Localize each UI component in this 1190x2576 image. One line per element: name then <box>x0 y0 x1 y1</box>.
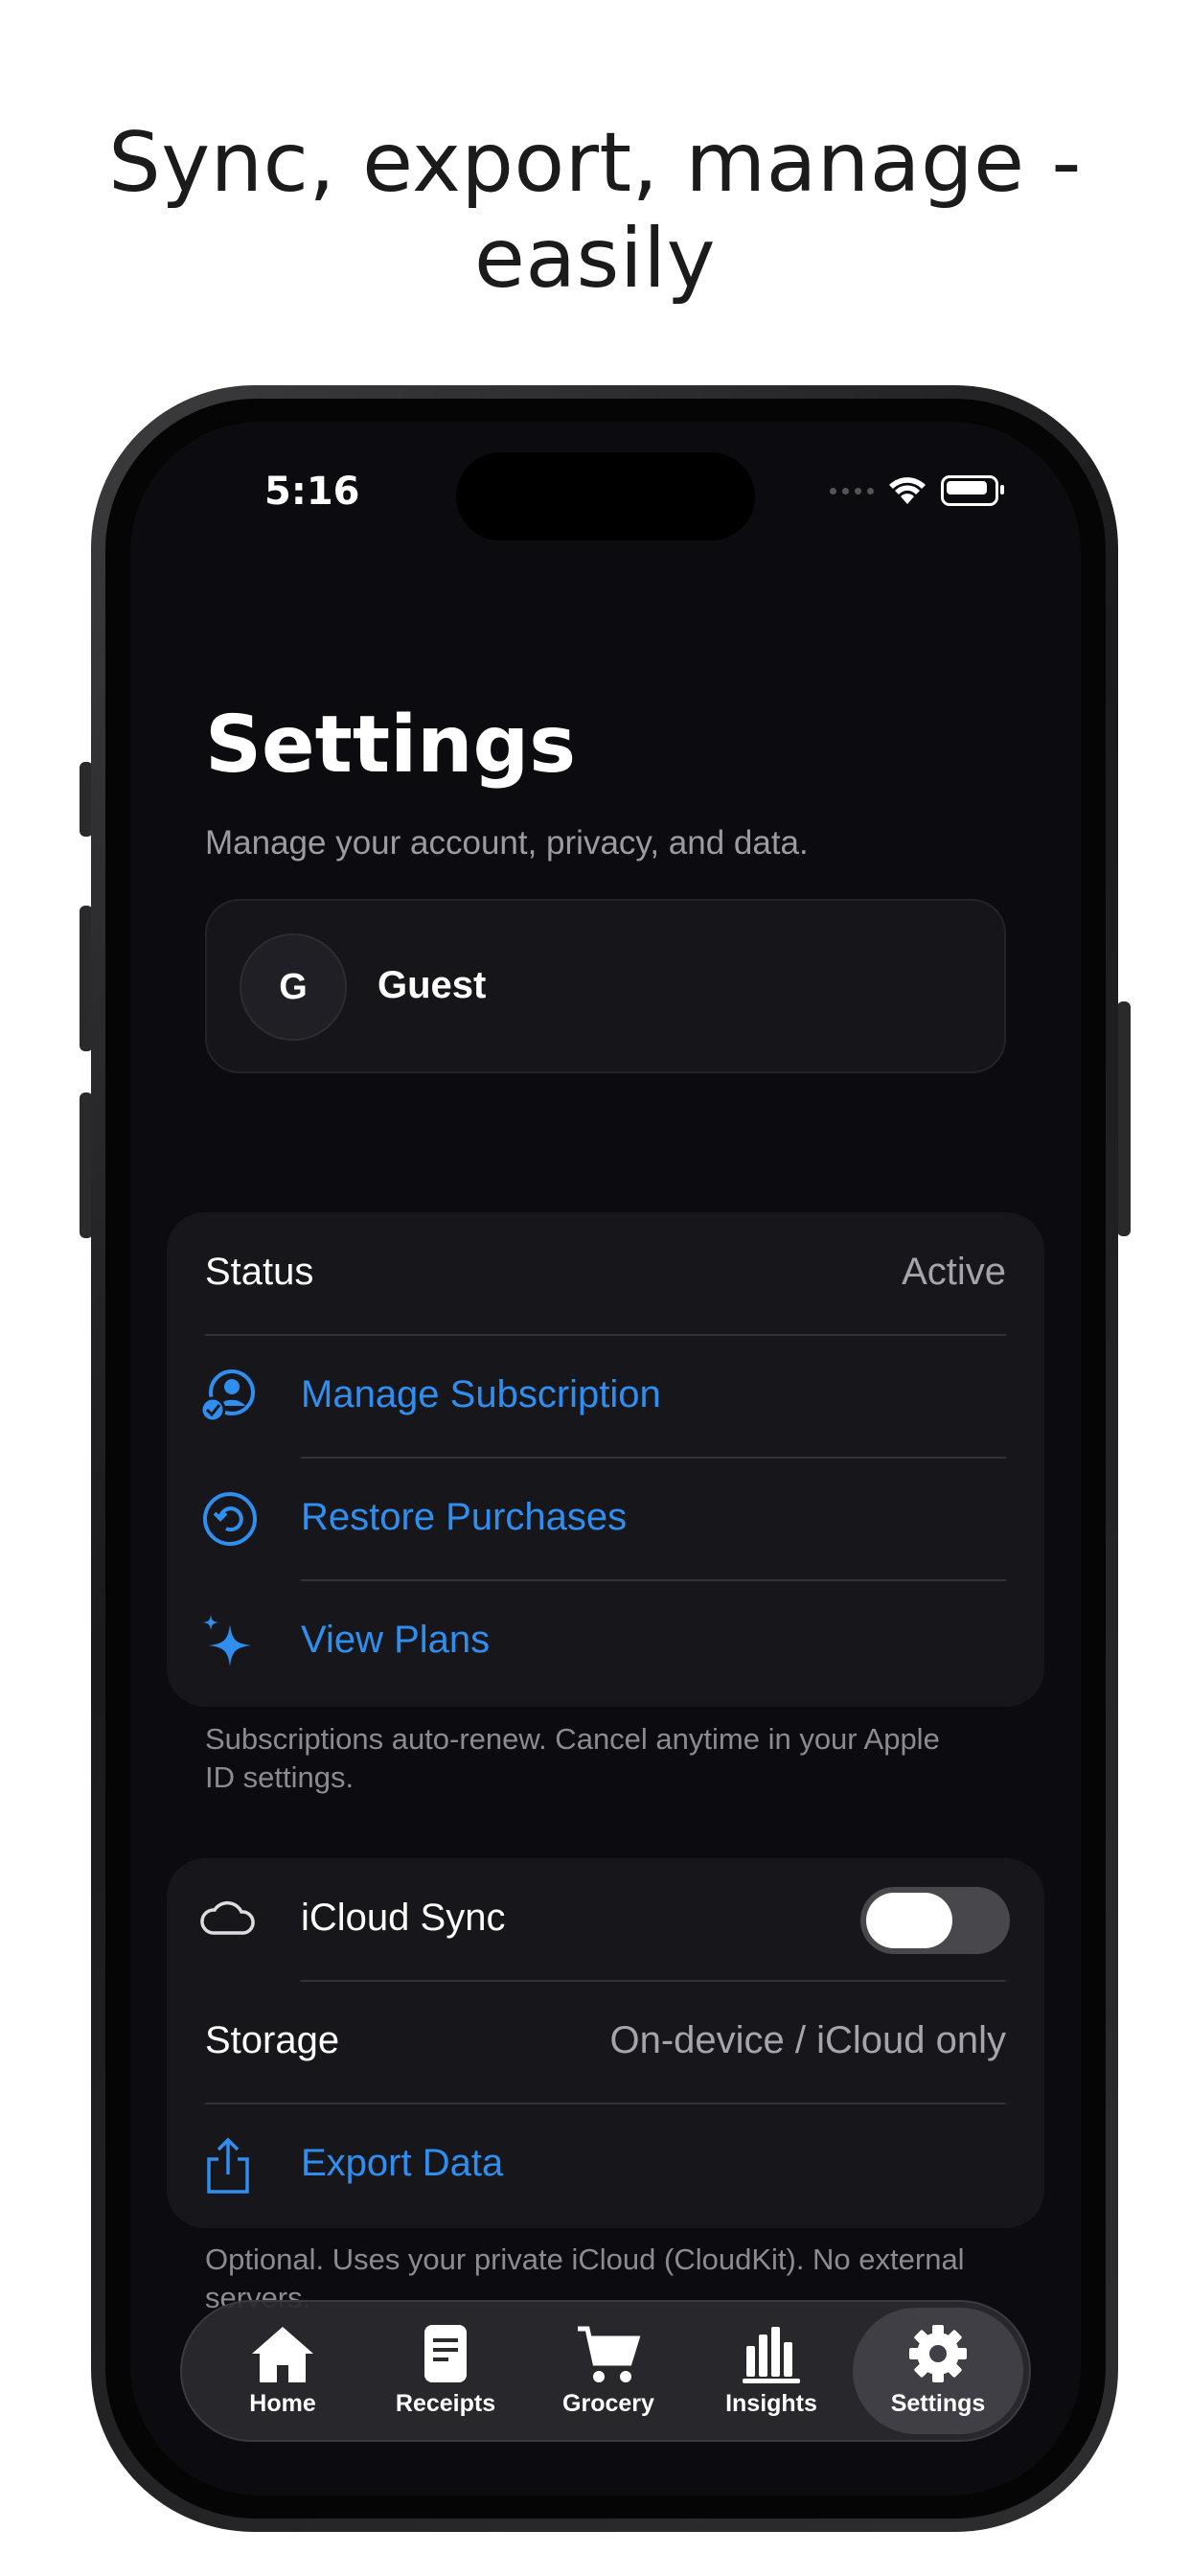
tab-grocery-label: Grocery <box>562 2390 654 2417</box>
tab-home[interactable]: Home <box>201 2302 364 2440</box>
storage-value: On-device / iCloud only <box>609 2019 1006 2061</box>
manage-subscription-label: Manage Subscription <box>301 1373 661 1415</box>
restore-purchases-button[interactable]: Restore Purchases <box>167 1458 1044 1580</box>
storage-row: Storage On-device / iCloud only <box>167 1981 1044 2104</box>
cellular-icon <box>830 487 874 494</box>
storage-label: Storage <box>205 2019 340 2061</box>
export-data-button[interactable]: Export Data <box>167 2104 1044 2226</box>
account-card[interactable]: G Guest <box>205 899 1006 1073</box>
tab-insights-label: Insights <box>725 2390 817 2417</box>
phone-screen: 5:16 Settings Manage your account, priva… <box>130 422 1081 2496</box>
page-subtitle: Manage your account, privacy, and data. <box>205 824 809 862</box>
dynamic-island <box>456 452 755 540</box>
export-data-label: Export Data <box>301 2142 504 2184</box>
status-row: Status Active <box>167 1212 1044 1335</box>
status-time: 5:16 <box>264 470 360 514</box>
data-group: iCloud Sync Storage On-device / iCloud o… <box>167 1858 1044 2228</box>
wifi-icon <box>889 477 926 504</box>
tab-settings[interactable]: Settings <box>853 2308 1023 2434</box>
account-name: Guest <box>378 964 487 1006</box>
status-label: Status <box>205 1251 314 1293</box>
avatar-initial: G <box>279 966 308 1007</box>
subscription-footnote: Subscriptions auto-renew. Cancel anytime… <box>205 1722 940 1794</box>
tab-settings-label: Settings <box>890 2390 986 2417</box>
icloud-sync-label: iCloud Sync <box>301 1897 506 1939</box>
status-value: Active <box>902 1251 1006 1293</box>
sparkles-icon <box>203 1615 251 1667</box>
tab-home-label: Home <box>249 2390 316 2417</box>
subscription-group: Status Active Manage Subscription Restor… <box>167 1212 1044 1707</box>
battery-icon <box>941 475 1004 506</box>
tab-receipts-label: Receipts <box>395 2390 496 2417</box>
page-title: Settings <box>205 700 577 791</box>
toggle-knob <box>866 1893 952 1948</box>
document-icon <box>424 2325 467 2382</box>
status-indicators <box>830 475 1004 506</box>
promo-headline: Sync, export, manage - easily <box>108 115 1082 307</box>
view-plans-button[interactable]: View Plans <box>167 1580 1044 1703</box>
avatar: G <box>240 933 347 1041</box>
icloud-sync-toggle[interactable] <box>860 1887 1010 1954</box>
person-badge-icon <box>199 1369 255 1423</box>
restore-purchases-label: Restore Purchases <box>301 1496 628 1538</box>
gear-icon <box>909 2325 967 2382</box>
house-icon <box>252 2327 313 2382</box>
cart-icon <box>578 2326 641 2382</box>
cloud-icon <box>200 1900 255 1935</box>
power-button <box>1117 1001 1131 1236</box>
tab-insights[interactable]: Insights <box>690 2302 853 2440</box>
tab-bar: Home Receipts Grocery Insights Settings <box>180 2300 1031 2442</box>
view-plans-label: View Plans <box>301 1619 491 1661</box>
restore-icon <box>203 1492 257 1546</box>
manage-subscription-button[interactable]: Manage Subscription <box>167 1335 1044 1458</box>
tab-grocery[interactable]: Grocery <box>527 2302 690 2440</box>
icloud-sync-row: iCloud Sync <box>167 1858 1044 1981</box>
share-icon <box>207 2137 249 2194</box>
tab-receipts[interactable]: Receipts <box>364 2302 527 2440</box>
bar-chart-icon <box>743 2327 800 2383</box>
